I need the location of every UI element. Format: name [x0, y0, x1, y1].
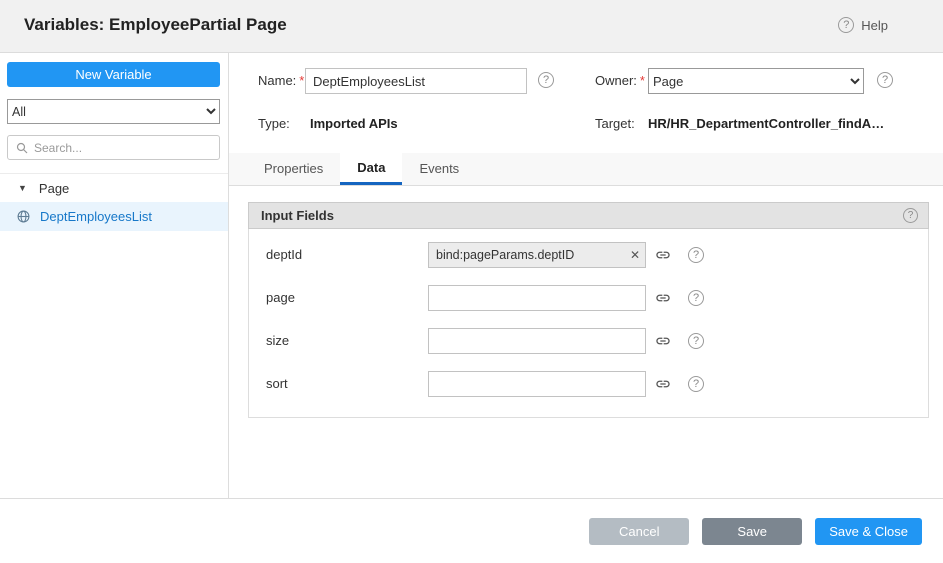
- tab-bar: Properties Data Events: [229, 153, 943, 186]
- required-asterisk: *: [640, 73, 645, 88]
- tab-events[interactable]: Events: [402, 153, 476, 185]
- bind-link-icon[interactable]: [655, 376, 671, 392]
- owner-label: Owner:*: [595, 73, 645, 88]
- input-fields-title: Input Fields: [261, 208, 334, 223]
- bind-link-icon[interactable]: [655, 333, 671, 349]
- save-button[interactable]: Save: [702, 518, 802, 545]
- type-label: Type:: [258, 116, 290, 131]
- target-label: Target:: [595, 116, 635, 131]
- caret-down-icon: ▼: [18, 183, 27, 193]
- tree-group-page[interactable]: ▼ Page: [0, 174, 228, 202]
- tab-properties[interactable]: Properties: [247, 153, 340, 185]
- name-help-icon[interactable]: ?: [538, 72, 554, 88]
- field-row-page: page ?: [249, 276, 928, 319]
- owner-select[interactable]: Page: [648, 68, 864, 94]
- input-fields-body: deptId ✕ ? page: [248, 229, 929, 418]
- help-label: Help: [861, 18, 888, 33]
- required-asterisk: *: [299, 73, 304, 88]
- field-row-size: size ?: [249, 319, 928, 362]
- variable-filter-select[interactable]: All: [7, 99, 220, 124]
- search-icon: [16, 142, 28, 154]
- field-label: page: [249, 290, 428, 305]
- name-label: Name:*: [258, 73, 304, 88]
- variable-tree: ▼ Page DeptEmployeesList: [0, 173, 228, 231]
- bind-link-icon[interactable]: [655, 247, 671, 263]
- tree-group-label: Page: [39, 181, 69, 196]
- size-input[interactable]: [428, 328, 646, 354]
- help-button[interactable]: ? Help: [838, 17, 888, 33]
- tab-data[interactable]: Data: [340, 153, 402, 185]
- field-help-icon[interactable]: ?: [688, 247, 704, 263]
- clear-binding-icon[interactable]: ✕: [630, 247, 640, 263]
- field-label: size: [249, 333, 428, 348]
- field-help-icon[interactable]: ?: [688, 333, 704, 349]
- owner-help-icon[interactable]: ?: [877, 72, 893, 88]
- field-label: deptId: [249, 247, 428, 262]
- search-box[interactable]: [7, 135, 220, 160]
- target-value: HR/HR_DepartmentController_findAss…: [648, 116, 888, 131]
- new-variable-button[interactable]: New Variable: [7, 62, 220, 87]
- dialog-header: Variables: EmployeePartial Page ? Help: [0, 0, 943, 53]
- help-icon: ?: [838, 17, 854, 33]
- tree-item-deptemployeeslist[interactable]: DeptEmployeesList: [0, 202, 228, 231]
- field-row-deptid: deptId ✕ ?: [249, 233, 928, 276]
- sort-input[interactable]: [428, 371, 646, 397]
- input-fields-help-icon[interactable]: ?: [903, 208, 918, 223]
- sidebar: New Variable All ▼ Page: [0, 53, 229, 498]
- field-help-icon[interactable]: ?: [688, 290, 704, 306]
- page-input[interactable]: [428, 285, 646, 311]
- tree-item-label: DeptEmployeesList: [40, 209, 152, 224]
- search-input[interactable]: [34, 141, 211, 155]
- dialog-footer: Cancel Save Save & Close: [0, 498, 943, 563]
- input-fields-panel: Input Fields ? deptId ✕ ?: [248, 202, 929, 418]
- save-and-close-button[interactable]: Save & Close: [815, 518, 922, 545]
- cancel-button[interactable]: Cancel: [589, 518, 689, 545]
- main-content: Name:* ? Owner:* Page ? Type: Imported A…: [229, 53, 943, 498]
- field-label: sort: [249, 376, 428, 391]
- bind-link-icon[interactable]: [655, 290, 671, 306]
- variables-dialog: Variables: EmployeePartial Page ? Help N…: [0, 0, 943, 563]
- field-row-sort: sort ?: [249, 362, 928, 405]
- service-variable-icon: [17, 210, 30, 223]
- page-title: Variables: EmployeePartial Page: [24, 15, 287, 35]
- input-fields-header: Input Fields ?: [248, 202, 929, 229]
- name-input[interactable]: [305, 68, 527, 94]
- deptid-input[interactable]: [428, 242, 646, 268]
- type-value: Imported APIs: [310, 116, 398, 131]
- field-help-icon[interactable]: ?: [688, 376, 704, 392]
